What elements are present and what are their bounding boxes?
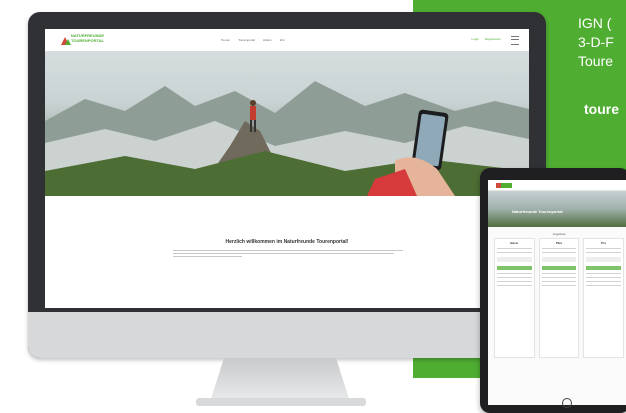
promo-line-1: IGN ( <box>578 15 612 31</box>
hero-image <box>45 51 529 196</box>
tablet-header <box>488 180 626 191</box>
imac-chin <box>28 312 546 358</box>
hamburger-menu-icon[interactable] <box>511 36 519 45</box>
card-title: Plus <box>555 241 563 245</box>
tablet-card-plus[interactable]: Plus <box>538 238 580 358</box>
tablet-offers: Angebote Basis Plus Pro <box>488 227 626 361</box>
header-actions: Login Registrieren <box>471 37 501 41</box>
tablet-card-basis[interactable]: Basis <box>494 238 535 358</box>
tablet-section-title: Angebote <box>552 232 566 236</box>
imac-stand-base <box>196 398 366 406</box>
tablet-card-pro[interactable]: Pro <box>583 238 625 358</box>
nav-item-tourenportal[interactable]: Tourenportal <box>238 38 255 42</box>
main-nav: Touren Tourenportal Hütten Info <box>221 38 285 42</box>
logo-line-2: TOURENPORTAL <box>71 38 104 43</box>
card-title: Pro <box>601 241 607 245</box>
welcome-heading: Herzlich willkommen im Naturfreunde Tour… <box>225 239 349 245</box>
register-link[interactable]: Registrieren <box>485 37 501 41</box>
promo-text: IGN ( 3-D-F Toure <box>578 14 626 71</box>
promo-line-3: Toure <box>578 53 614 69</box>
login-link[interactable]: Login <box>471 37 478 41</box>
promo-link[interactable]: toure <box>584 101 619 117</box>
tablet-logo-icon[interactable] <box>496 183 512 188</box>
logo-text: NATURFREUNDE TOURENPORTAL <box>71 33 104 43</box>
promo-line-2: 3-D-F <box>578 34 614 50</box>
tablet-hero-title: Naturfreunde Tourenportal <box>512 209 563 214</box>
imac-stand <box>210 358 350 402</box>
card-title: Basis <box>510 241 519 245</box>
nav-item-huetten[interactable]: Hütten <box>263 38 272 42</box>
tablet-screen: Naturfreunde Tourenportal Angebote Basis… <box>488 180 626 405</box>
imac-monitor: NATURFREUNDE TOURENPORTAL Touren Tourenp… <box>28 12 546 358</box>
site-header: NATURFREUNDE TOURENPORTAL Touren Tourenp… <box>45 29 529 52</box>
home-button-icon[interactable] <box>562 398 572 408</box>
tablet-hero: Naturfreunde Tourenportal <box>488 191 626 227</box>
mountain-scene-icon <box>45 81 529 196</box>
tablet-device: Naturfreunde Tourenportal Angebote Basis… <box>480 168 626 413</box>
intro-paragraph <box>173 250 403 259</box>
nav-item-touren[interactable]: Touren <box>221 38 230 42</box>
website-screen: NATURFREUNDE TOURENPORTAL Touren Tourenp… <box>45 29 529 308</box>
nav-item-info[interactable]: Info <box>280 38 285 42</box>
